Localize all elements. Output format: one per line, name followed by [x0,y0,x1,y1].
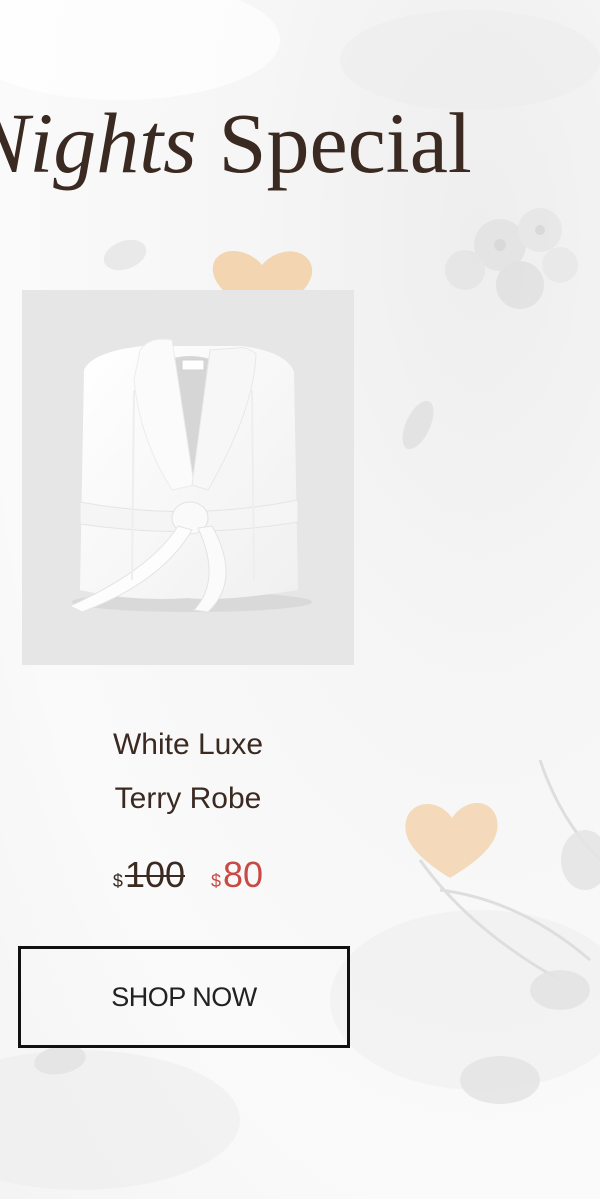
price-row: $100 $80 [22,850,354,900]
product-name-line1: White Luxe [112,728,264,761]
flower-cluster-top-right [445,208,578,309]
original-price-value: 100 [124,854,186,895]
headline-regular-word: Special [218,95,472,191]
heart-icon [405,803,498,878]
terry-robe-photo [68,338,312,613]
product-name: White Luxe Terry Robe [22,718,354,826]
sale-price-currency: $ [211,871,222,891]
sale-price: $80 [211,850,263,900]
headline-italic-word: Nights [0,95,197,191]
original-price: $100 [113,850,185,900]
original-price-currency: $ [112,871,123,891]
flower-stems-bottom-right [418,759,600,982]
product-image[interactable] [22,290,354,665]
product-name-line2: Terry Robe [114,782,262,815]
promo-headline: NightsSpecial [0,88,600,198]
shop-now-button[interactable]: SHOP NOW [18,946,350,1048]
sale-price-value: 80 [223,854,264,895]
